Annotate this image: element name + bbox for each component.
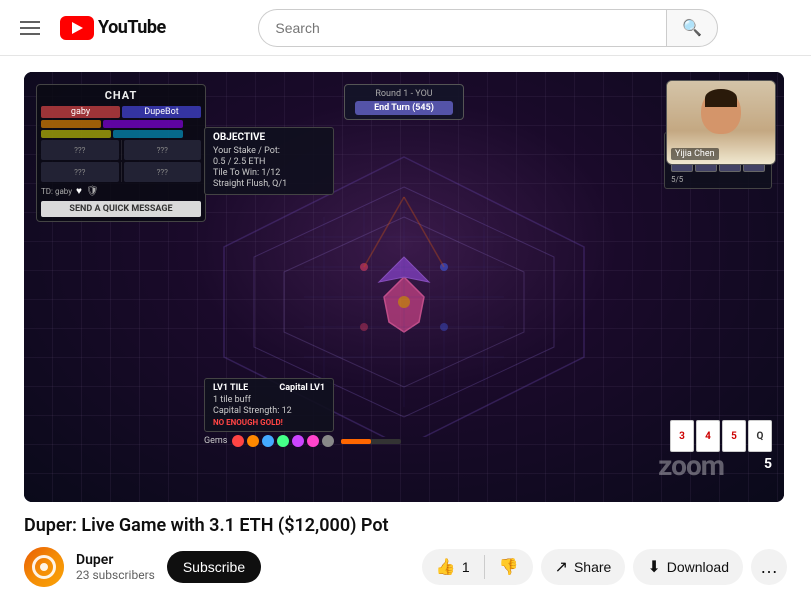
- gem-purple: [292, 435, 304, 447]
- gem-gray: [322, 435, 334, 447]
- channel-left: Duper 23 subscribers Subscribe: [24, 547, 261, 587]
- channel-row: Duper 23 subscribers Subscribe 1: [24, 547, 787, 587]
- download-button[interactable]: Download: [633, 549, 743, 585]
- capital-strength: Capital Strength: 12: [213, 406, 325, 416]
- webcam-overlay: Yijia Chen: [666, 80, 776, 165]
- td-label: TD: gaby: [41, 187, 72, 196]
- gem-blue: [262, 435, 274, 447]
- action-buttons: 1 Share Download: [422, 549, 787, 585]
- obj-item1: Your Stake / Pot:: [213, 146, 325, 156]
- tile-panel: LV1 TILE Capital LV1 1 tile buff Capital…: [204, 378, 334, 432]
- like-button[interactable]: 1: [422, 549, 484, 585]
- header-left: YouTube: [16, 16, 166, 40]
- hamburger-menu[interactable]: [16, 17, 44, 39]
- youtube-wordmark: YouTube: [98, 17, 166, 38]
- zoom-watermark: zoom: [658, 449, 724, 482]
- obj-item3: Tile To Win: 1/12: [213, 168, 325, 178]
- stat3: ???: [41, 162, 119, 182]
- download-icon: [647, 557, 660, 577]
- card-4: 4: [696, 420, 720, 452]
- gems-label: Gems: [204, 436, 227, 446]
- stat2: ???: [124, 140, 202, 160]
- team1-label: gaby: [44, 107, 117, 117]
- person-avatar: [701, 89, 741, 134]
- video-title: Duper: Live Game with 3.1 ETH ($12,000) …: [24, 514, 787, 537]
- person-hair: [705, 89, 737, 107]
- progress-bar-fill: [341, 439, 371, 444]
- channel-avatar[interactable]: [24, 547, 64, 587]
- end-turn-button[interactable]: End Turn (545): [355, 101, 453, 115]
- more-options-button[interactable]: …: [751, 549, 787, 585]
- header: YouTube 🔍: [0, 0, 811, 56]
- more-icon: …: [760, 557, 778, 578]
- chat-header-label: CHAT: [41, 89, 201, 102]
- gem-green: [277, 435, 289, 447]
- team2-label: DupeBot: [125, 107, 198, 117]
- tile-buff: 1 tile buff: [213, 395, 325, 405]
- channel-name[interactable]: Duper: [76, 552, 155, 568]
- tile-capital-label: Capital LV1: [279, 383, 325, 393]
- objective-panel: OBJECTIVE Your Stake / Pot: 0.5 / 2.5 ET…: [204, 127, 334, 195]
- progress-bar-bg: [341, 439, 401, 444]
- subscribe-button[interactable]: Subscribe: [167, 551, 261, 583]
- share-button[interactable]: Share: [541, 549, 626, 585]
- tile-lv-label: LV1 TILE: [213, 383, 248, 393]
- search-container: 🔍: [258, 9, 718, 47]
- team2-box: DupeBot: [122, 106, 201, 118]
- video-info: Duper: Live Game with 3.1 ETH ($12,000) …: [24, 514, 787, 587]
- dislike-button[interactable]: [485, 549, 533, 585]
- search-input-wrap: [258, 9, 666, 47]
- card-3: 3: [670, 420, 694, 452]
- gem-orange: [247, 435, 259, 447]
- send-message-btn[interactable]: SEND A QUICK MESSAGE: [41, 201, 201, 217]
- avatar-inner: [24, 547, 64, 587]
- webcam-name-label: Yijia Chen: [671, 148, 719, 160]
- round-title: Round 1 - YOU: [355, 89, 453, 99]
- like-dislike-group: 1: [422, 549, 533, 585]
- channel-subscribers: 23 subscribers: [76, 568, 155, 582]
- main-content: CHAT gaby DupeBot: [0, 56, 811, 593]
- chat-stats-row2: ??? ???: [41, 162, 201, 182]
- search-input[interactable]: [275, 20, 650, 36]
- card-q: Q: [748, 420, 772, 452]
- thumb-down-icon: [499, 557, 519, 577]
- download-label: Download: [667, 559, 729, 575]
- video-container: CHAT gaby DupeBot: [24, 72, 784, 502]
- cards-row: 3 4 5 Q: [670, 420, 772, 452]
- like-count: 1: [462, 559, 470, 575]
- youtube-logo[interactable]: YouTube: [60, 16, 166, 40]
- gem-pink: [307, 435, 319, 447]
- share-icon: [555, 557, 568, 577]
- chat-team-row: gaby DupeBot: [41, 106, 201, 118]
- objective-title: OBJECTIVE: [213, 132, 325, 143]
- avatar-symbol: [32, 555, 56, 579]
- obj-item4: Straight Flush, Q/1: [213, 179, 325, 189]
- chat-panel: CHAT gaby DupeBot: [36, 84, 206, 222]
- card-count: 5: [764, 456, 772, 472]
- obj-item2: 0.5 / 2.5 ETH: [213, 157, 325, 167]
- tile-header: LV1 TILE Capital LV1: [213, 383, 325, 393]
- stat4: ???: [124, 162, 202, 182]
- gems-row: Gems: [204, 435, 401, 447]
- thumb-up-icon: [436, 557, 456, 577]
- gem-red: [232, 435, 244, 447]
- no-gold-warning: NO ENOUGH GOLD!: [213, 418, 325, 427]
- search-button[interactable]: 🔍: [666, 9, 718, 47]
- stat1: ???: [41, 140, 119, 160]
- youtube-icon: [60, 16, 94, 40]
- chat-stats-row: ??? ???: [41, 140, 201, 160]
- share-label: Share: [574, 559, 611, 575]
- health-display: 5/5: [671, 175, 765, 184]
- channel-info: Duper 23 subscribers: [76, 552, 155, 582]
- team1-box: gaby: [41, 106, 120, 118]
- card-5: 5: [722, 420, 746, 452]
- video-thumbnail[interactable]: CHAT gaby DupeBot: [24, 72, 784, 502]
- round-panel: Round 1 - YOU End Turn (545): [344, 84, 464, 120]
